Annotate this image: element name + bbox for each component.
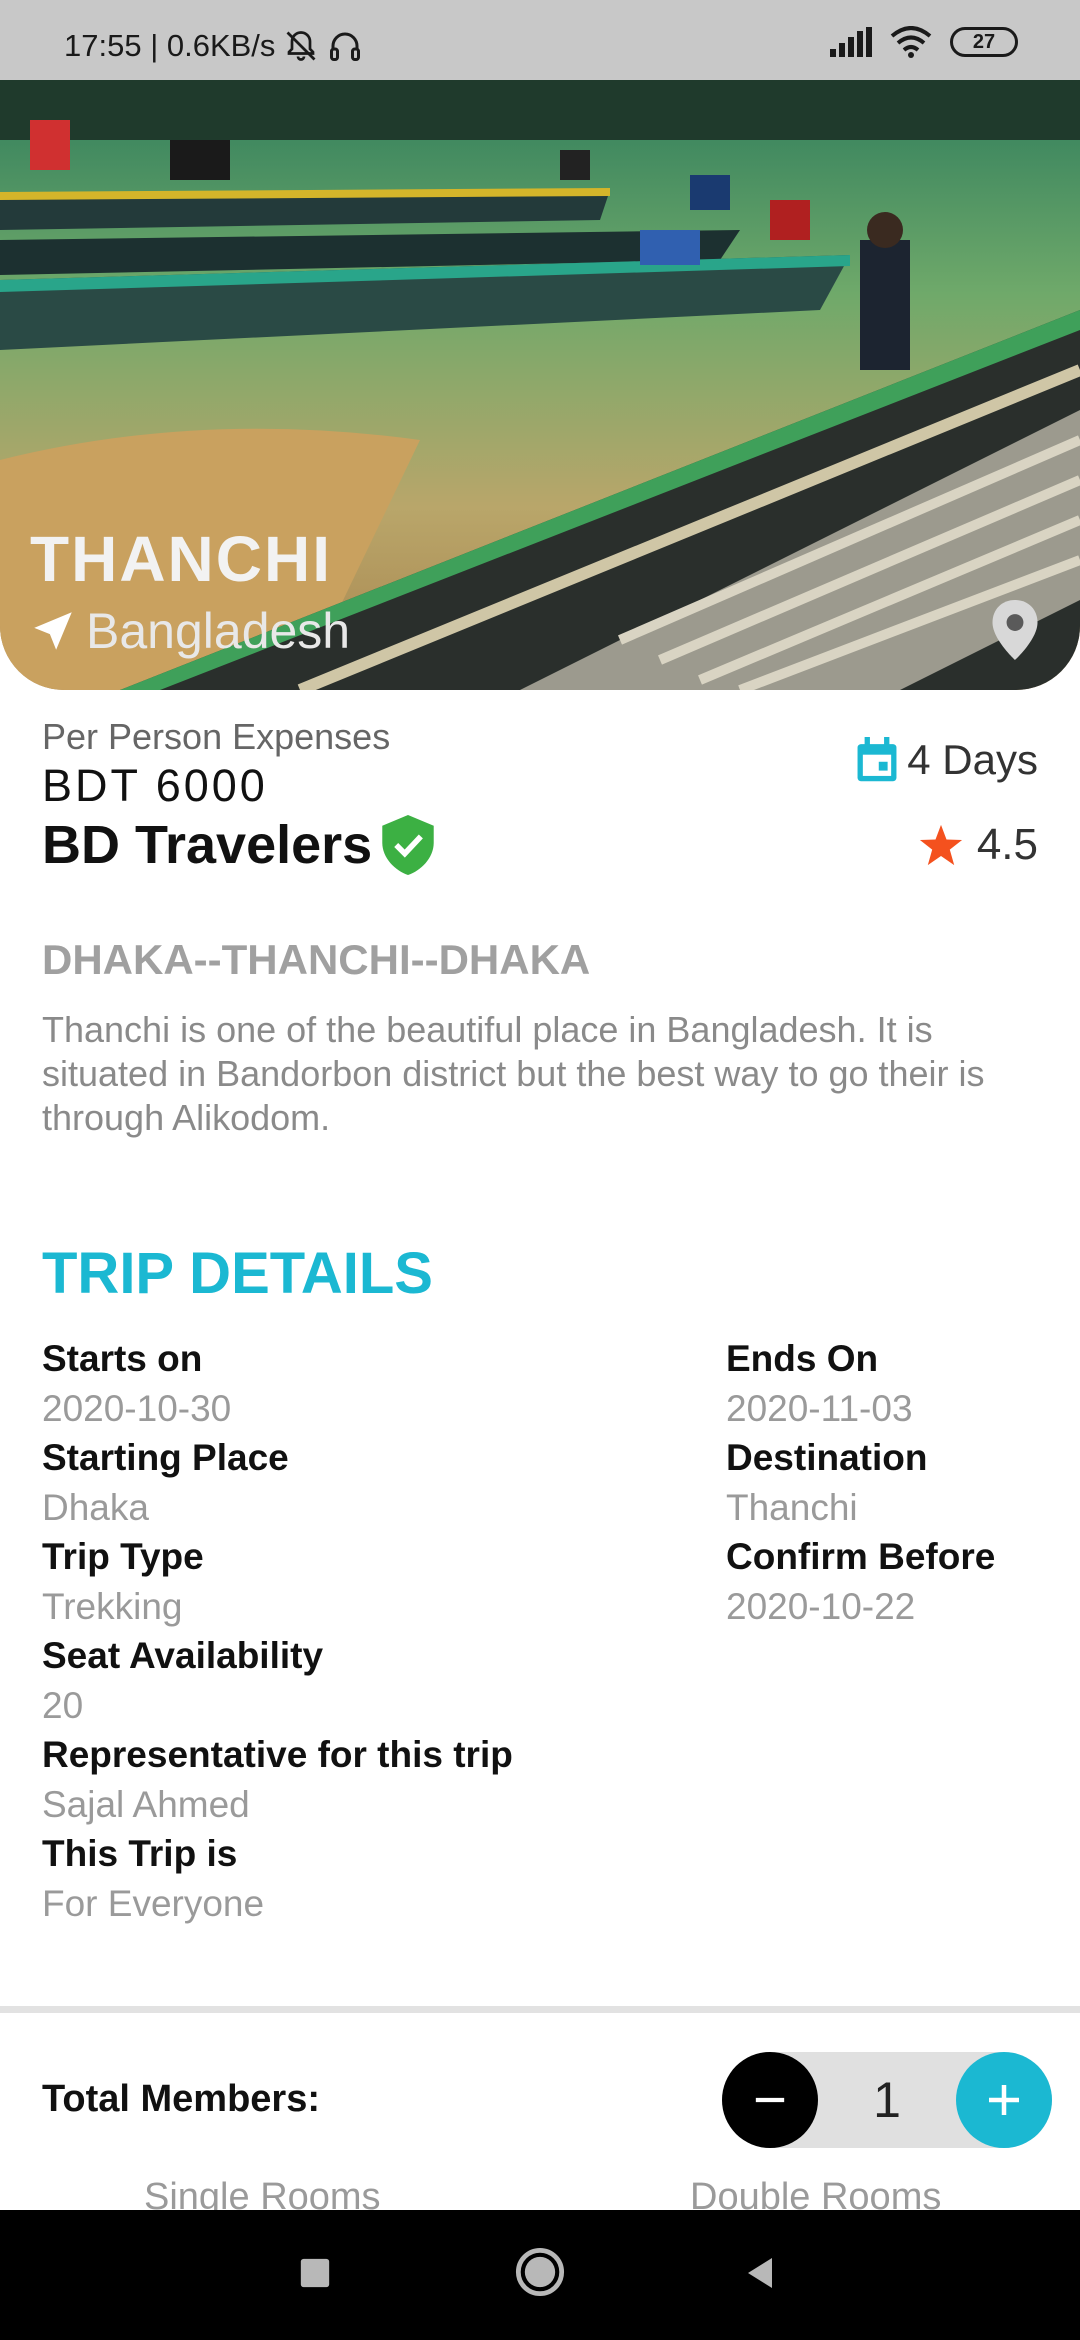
map-pin-icon[interactable]	[992, 600, 1038, 665]
recents-button[interactable]	[298, 2256, 332, 2295]
mute-bell-icon	[286, 31, 316, 61]
trip-details-title: TRIP DETAILS	[42, 1241, 433, 1306]
starts-on-label: Starts on	[42, 1338, 203, 1379]
ends-on-label: Ends On	[726, 1338, 879, 1379]
status-bar: 17:55 | 0.6KB/s 27	[0, 0, 1080, 80]
destination-label: Destination	[726, 1437, 928, 1478]
hero-photo	[0, 80, 1080, 690]
rating-value: 4.5	[976, 820, 1038, 869]
confirm-before-value: 2020-10-22	[726, 1586, 916, 1627]
battery-icon: 27	[950, 27, 1018, 57]
plus-icon	[989, 2085, 1019, 2115]
decrement-button[interactable]	[722, 2052, 818, 2148]
status-left: 17:55 | 0.6KB/s	[64, 28, 363, 64]
trip-type-value: Trekking	[42, 1586, 183, 1627]
rating: 4.5	[919, 820, 1038, 870]
calendar-icon	[857, 737, 897, 782]
section-divider	[0, 2006, 1080, 2013]
starting-place-label: Starting Place	[42, 1437, 289, 1478]
members-count: 1	[873, 2072, 901, 2128]
navigation-bar	[0, 2210, 1080, 2340]
price-value: BDT 6000	[42, 760, 268, 811]
representative-label: Representative for this trip	[42, 1734, 513, 1775]
home-button[interactable]	[514, 2246, 566, 2303]
battery-level: 27	[972, 30, 996, 53]
back-triangle-icon	[748, 2258, 772, 2288]
trip-type-label: Trip Type	[42, 1536, 204, 1577]
hero-location: Bangladesh	[28, 602, 350, 660]
representative-value: Sajal Ahmed	[42, 1784, 250, 1825]
confirm-before-label: Confirm Before	[726, 1536, 996, 1577]
hero-title: THANCHI	[30, 523, 332, 595]
navigation-arrow-icon	[34, 612, 72, 650]
agency-name: BD Travelers	[42, 814, 434, 876]
total-members-label: Total Members:	[42, 2078, 321, 2120]
minus-icon	[755, 2097, 785, 2103]
starting-place-value: Dhaka	[42, 1487, 149, 1528]
square-icon	[300, 2258, 330, 2288]
increment-button[interactable]	[956, 2052, 1052, 2148]
destination-value: Thanchi	[726, 1487, 858, 1528]
ends-on-value: 2020-11-03	[726, 1388, 913, 1429]
hero-banner: THANCHI Bangladesh	[0, 80, 1080, 690]
audience-value: For Everyone	[42, 1883, 265, 1924]
signal-icon	[830, 27, 872, 57]
duration-text: 4 Days	[907, 736, 1038, 783]
star-icon	[919, 824, 962, 866]
route-title: DHAKA--THANCHI--DHAKA	[42, 936, 591, 983]
status-right: 27	[830, 26, 1018, 58]
back-button[interactable]	[742, 2254, 778, 2297]
trip-description: Thanchi is one of the beautiful place in…	[42, 1009, 985, 1138]
trip-duration: 4 Days	[855, 736, 1038, 784]
status-time: 17:55 | 0.6KB/s	[64, 28, 276, 63]
audience-label: This Trip is	[42, 1833, 238, 1874]
hero-country: Bangladesh	[86, 603, 351, 659]
per-person-label: Per Person Expenses	[42, 716, 391, 757]
headphones-icon	[330, 32, 361, 61]
seat-availability-label: Seat Availability	[42, 1635, 324, 1676]
seat-availability-value: 20	[42, 1685, 84, 1726]
wifi-icon	[890, 26, 932, 58]
agency-name-text: BD Travelers	[42, 815, 373, 875]
circle-icon	[515, 2247, 565, 2297]
members-stepper: 1	[722, 2052, 1052, 2148]
starts-on-value: 2020-10-30	[42, 1388, 232, 1429]
verified-shield-icon	[382, 815, 434, 875]
